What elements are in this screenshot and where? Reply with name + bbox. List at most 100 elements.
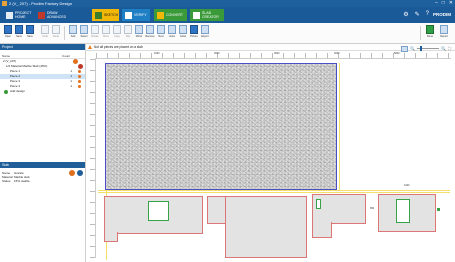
sink-cutout[interactable] [396,199,410,223]
undo-button[interactable]: Undo [40,25,50,38]
open-button[interactable]: Open [3,25,13,38]
copy-icon [113,25,121,34]
guide-line [98,190,450,191]
zoom-fit-icon[interactable] [401,45,409,52]
ruler-label: 1000 [154,52,160,55]
button-label: Report [440,35,448,38]
export-icon [201,25,209,34]
veins-button[interactable]: Veins [167,25,177,38]
status-dot-icon [78,70,81,73]
done-button[interactable]: Done [425,25,435,38]
settings-icon[interactable] [69,170,75,176]
cutout[interactable] [316,199,321,209]
info-icon[interactable] [77,170,83,176]
flip-button[interactable]: Flip [123,25,133,38]
tab-slab-creator[interactable]: SLAB CREATOR [190,9,224,21]
verify-icon [125,11,132,19]
tab-convert[interactable]: CONVERT [154,9,187,21]
joints-button[interactable]: Joints [178,25,188,38]
rotate-button[interactable]: Rotate [90,25,100,38]
save-as-button[interactable]: Save [25,25,35,38]
zoom-out-icon[interactable]: 🔍 [410,45,415,52]
piece-shape[interactable] [225,196,307,258]
piece-shape[interactable] [207,196,225,224]
tab-label: SLAB CREATOR [202,11,219,19]
gear-icon[interactable]: ⚙ [403,11,408,18]
marble-slab[interactable] [105,63,337,190]
property-row: Status 15% usable [2,179,30,183]
close-button[interactable]: ✕ [449,0,453,7]
draw-icon [38,11,45,19]
button-label: Flip [125,35,131,38]
property-key: Status [2,179,11,183]
guide-line [98,192,450,193]
nest-icon [157,25,165,34]
toolbar-separator [420,26,421,40]
save-button[interactable]: Save [14,25,24,38]
tab-label: SKETCH [104,13,119,17]
button-label: Move [102,35,110,38]
ruler-vertical [90,58,96,258]
top-right-icons: ⚙ ✎ ? [403,11,429,18]
maximize-button[interactable]: □ [442,0,445,7]
sketch-icon [95,11,102,19]
add-design-item[interactable]: Add design [0,89,85,94]
button-label: Joints [179,35,187,38]
column-count: Count [62,54,71,58]
window-title: 2 (V_ 207) - Prodim Factory Design [9,1,72,6]
export-button[interactable]: Export [200,25,210,38]
zoom-slider-knob[interactable] [420,46,423,51]
joints-icon [179,25,187,34]
button-label: Picture [190,35,198,38]
save-as-icon [26,25,34,34]
fullscreen-icon[interactable]: ⛶ [448,45,451,52]
piece-shape[interactable] [312,222,332,238]
picture-button[interactable]: Picture [189,25,199,38]
ruler-label: 3000 [274,52,280,55]
mirror-icon [135,25,143,34]
tab-sketch[interactable]: SKETCH [92,9,119,21]
sink-cutout[interactable] [148,201,169,221]
minimize-button[interactable]: – [435,0,438,7]
copy-button[interactable]: Copy [112,25,122,38]
add-icon [4,90,8,94]
piece-shape[interactable] [104,232,118,242]
select-button[interactable]: Select [79,25,89,38]
nest-button[interactable]: Nest [156,25,166,38]
design-canvas[interactable]: Not all pieces are placed on a slab 🔍 🔍 … [86,44,455,262]
help-icon[interactable]: ? [426,11,429,18]
column-name: Name [2,54,11,58]
button-label: Save [27,35,33,38]
button-label: Remove [145,35,155,38]
status-dot-icon [78,85,81,88]
tab-project-home[interactable]: PROJECT HOME [3,9,33,21]
properties-panel-header: Slab [0,162,85,168]
add-slab-button[interactable]: Add [68,25,78,38]
redo-button[interactable]: Redo [51,25,61,38]
pin-icon[interactable]: ✎ [415,11,420,18]
save-icon [15,25,23,34]
convert-icon [157,11,164,19]
ribbon-tabs: PROJECT HOME DRAW ADVANCED SKETCH VERIFY… [0,7,455,23]
remove-button[interactable]: Remove [145,25,155,38]
button-label: Mirror [135,35,143,38]
zoom-slider[interactable] [417,46,440,51]
tab-draw-advanced[interactable]: DRAW ADVANCED [35,9,69,21]
slab-icon [193,11,200,19]
tab-label: PROJECT HOME [15,11,32,19]
zoom-in-icon[interactable]: 🔍 [441,45,446,52]
dimension-label: 1200 [404,184,410,187]
move-button[interactable]: Move [101,25,111,38]
report-button[interactable]: Report [439,25,449,38]
tab-verify[interactable]: VERIFY [122,9,150,21]
brand-logo: PRODIM [433,12,451,17]
tab-label: VERIFY [134,13,147,17]
dimension-label: 650 [370,207,375,210]
button-label: Add [70,35,76,38]
left-panel: Project Name Count 2 (V_207) 1/2 Materia… [0,44,86,262]
picture-icon [190,25,198,34]
mirror-button[interactable]: Mirror [134,25,144,38]
button-label: Rotate [91,35,99,38]
anchor-icon [437,208,440,211]
add-slab-icon [69,25,77,34]
